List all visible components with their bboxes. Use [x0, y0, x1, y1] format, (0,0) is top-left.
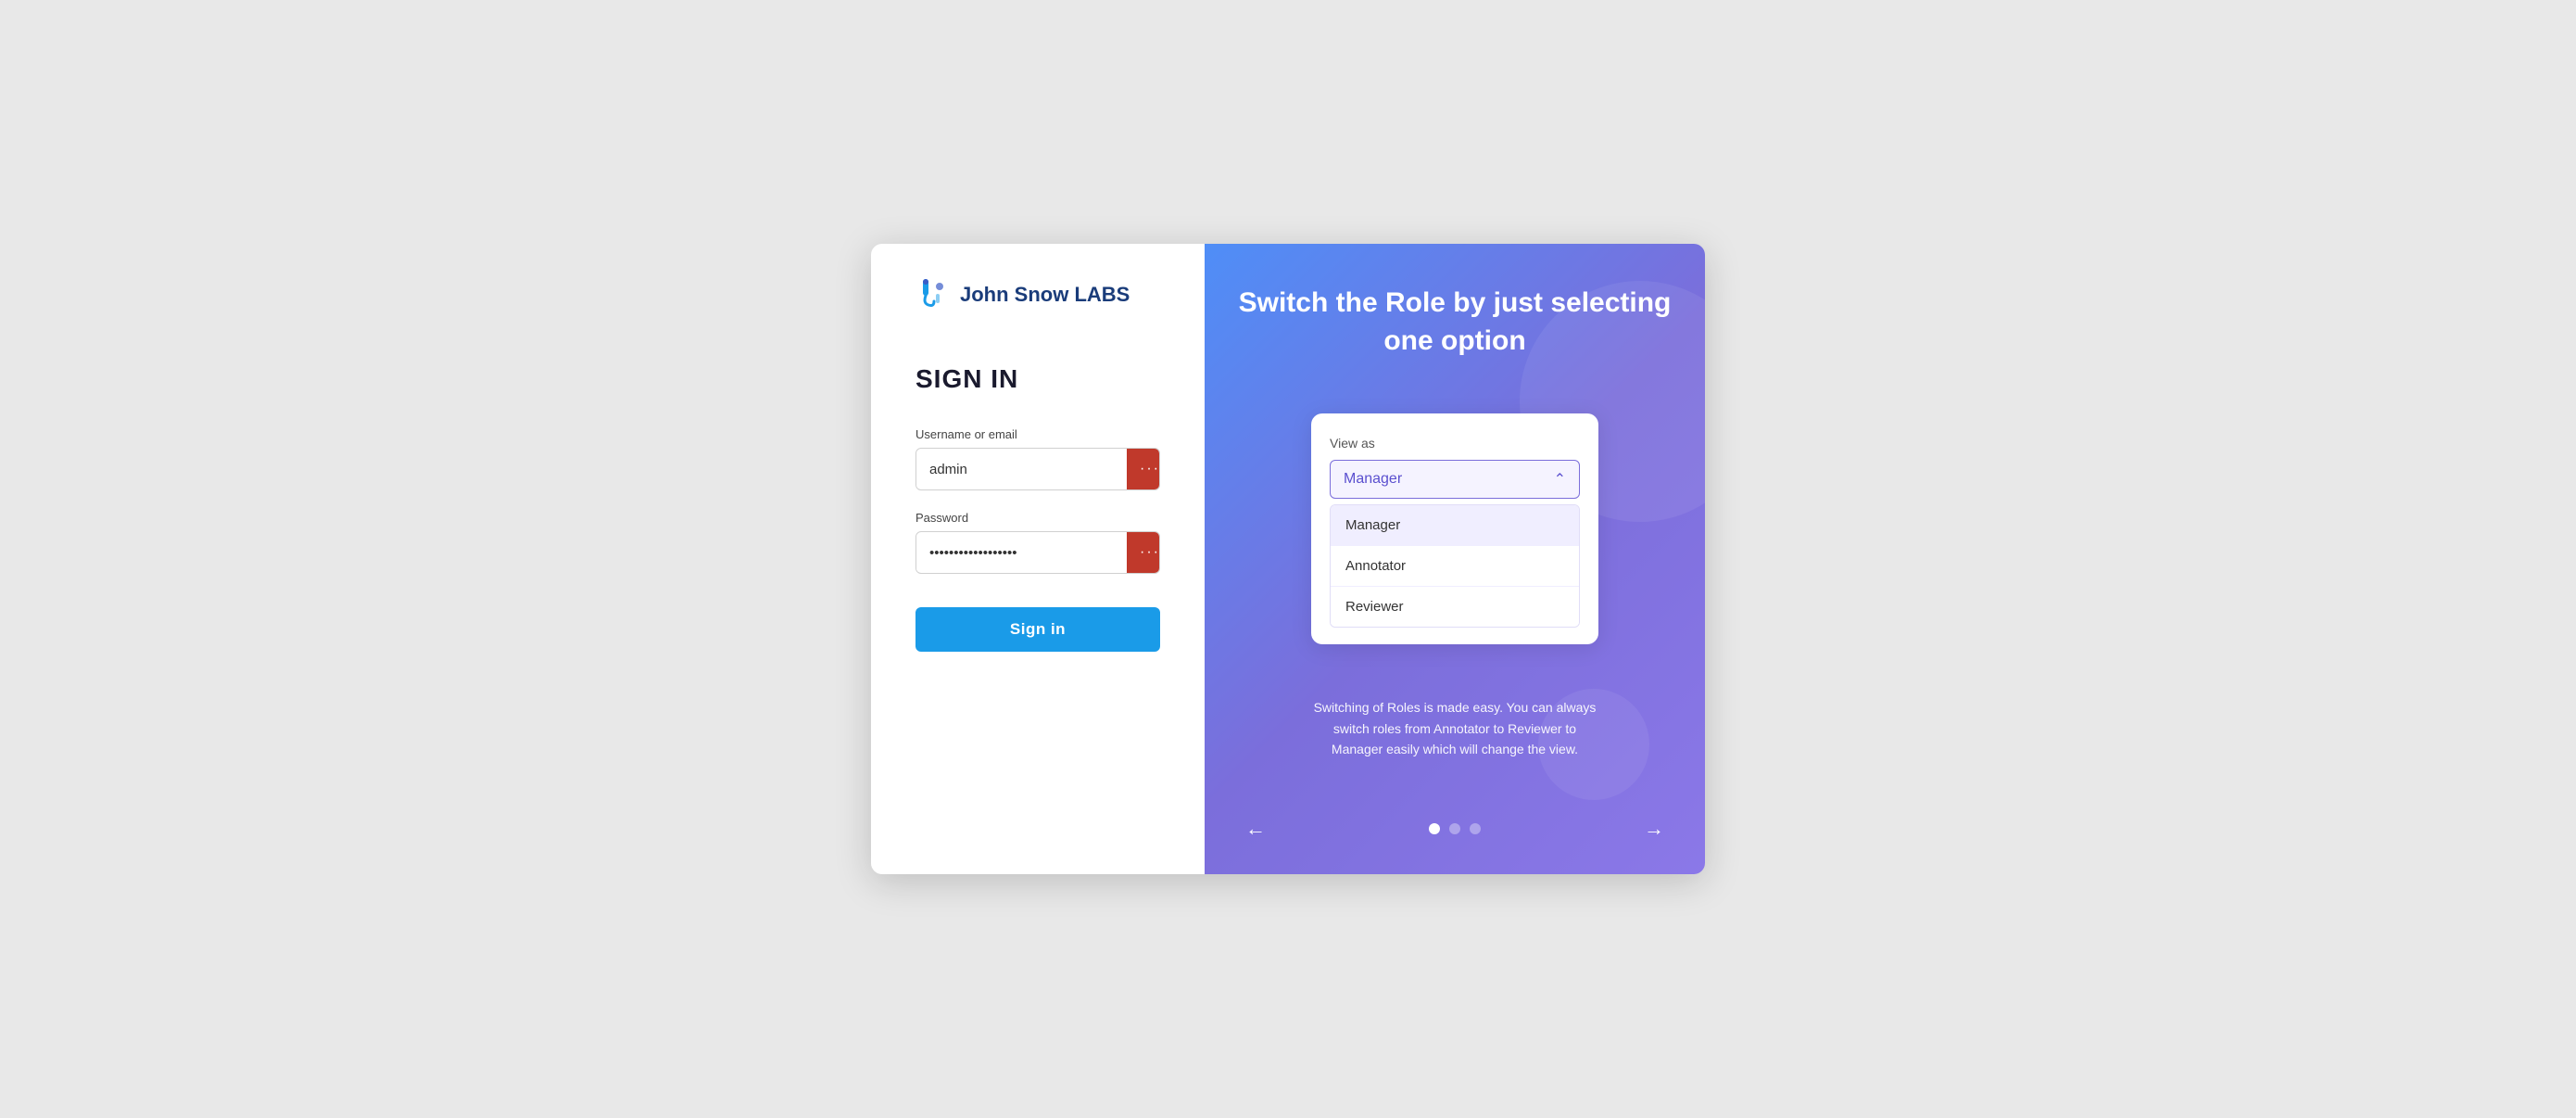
dots-pagination [1429, 823, 1481, 834]
password-toggle-button[interactable]: ··· [1127, 532, 1160, 573]
dropdown-item-manager[interactable]: Manager [1331, 505, 1579, 545]
left-panel: John Snow LABS SIGN IN Username or email… [871, 244, 1205, 874]
username-input-wrapper: ··· [915, 448, 1160, 490]
sign-in-button[interactable]: Sign in [915, 607, 1160, 652]
modal-container: John Snow LABS SIGN IN Username or email… [871, 244, 1705, 874]
page-title: SIGN IN [915, 364, 1160, 394]
next-arrow-button[interactable]: → [1636, 813, 1672, 845]
dropdown-trigger[interactable]: Manager ⌃ [1330, 460, 1580, 499]
prev-arrow-button[interactable]: ← [1238, 813, 1273, 845]
selected-role-text: Manager [1344, 471, 1402, 488]
dropdown-item-reviewer[interactable]: Reviewer [1331, 586, 1579, 627]
subtitle-text: Switching of Roles is made easy. You can… [1307, 697, 1603, 759]
right-title: Switch the Role by just selecting one op… [1238, 285, 1672, 360]
logo-text: John Snow LABS [960, 283, 1130, 307]
dropdown-item-annotator[interactable]: Annotator [1331, 545, 1579, 586]
pagination-dot-1[interactable] [1429, 823, 1440, 834]
password-label: Password [915, 511, 1160, 525]
username-input[interactable] [916, 451, 1127, 489]
logo-area: John Snow LABS [915, 277, 1160, 312]
pagination-dot-2[interactable] [1449, 823, 1460, 834]
right-panel: Switch the Role by just selecting one op… [1205, 244, 1705, 874]
role-dropdown-card: View as Manager ⌃ Manager Annotator Revi… [1311, 413, 1598, 644]
dots-icon-password: ··· [1140, 544, 1160, 561]
pagination-dot-3[interactable] [1470, 823, 1481, 834]
dropdown-list: Manager Annotator Reviewer [1330, 504, 1580, 628]
username-label: Username or email [915, 427, 1160, 441]
dots-icon: ··· [1140, 461, 1160, 477]
jsl-logo-icon [915, 277, 951, 312]
password-input-wrapper: ··· [915, 531, 1160, 574]
view-as-label: View as [1330, 436, 1580, 451]
username-toggle-button[interactable]: ··· [1127, 449, 1160, 489]
pagination-area: ← → [1238, 813, 1672, 845]
chevron-up-icon: ⌃ [1554, 470, 1566, 489]
password-input[interactable] [916, 534, 1127, 572]
